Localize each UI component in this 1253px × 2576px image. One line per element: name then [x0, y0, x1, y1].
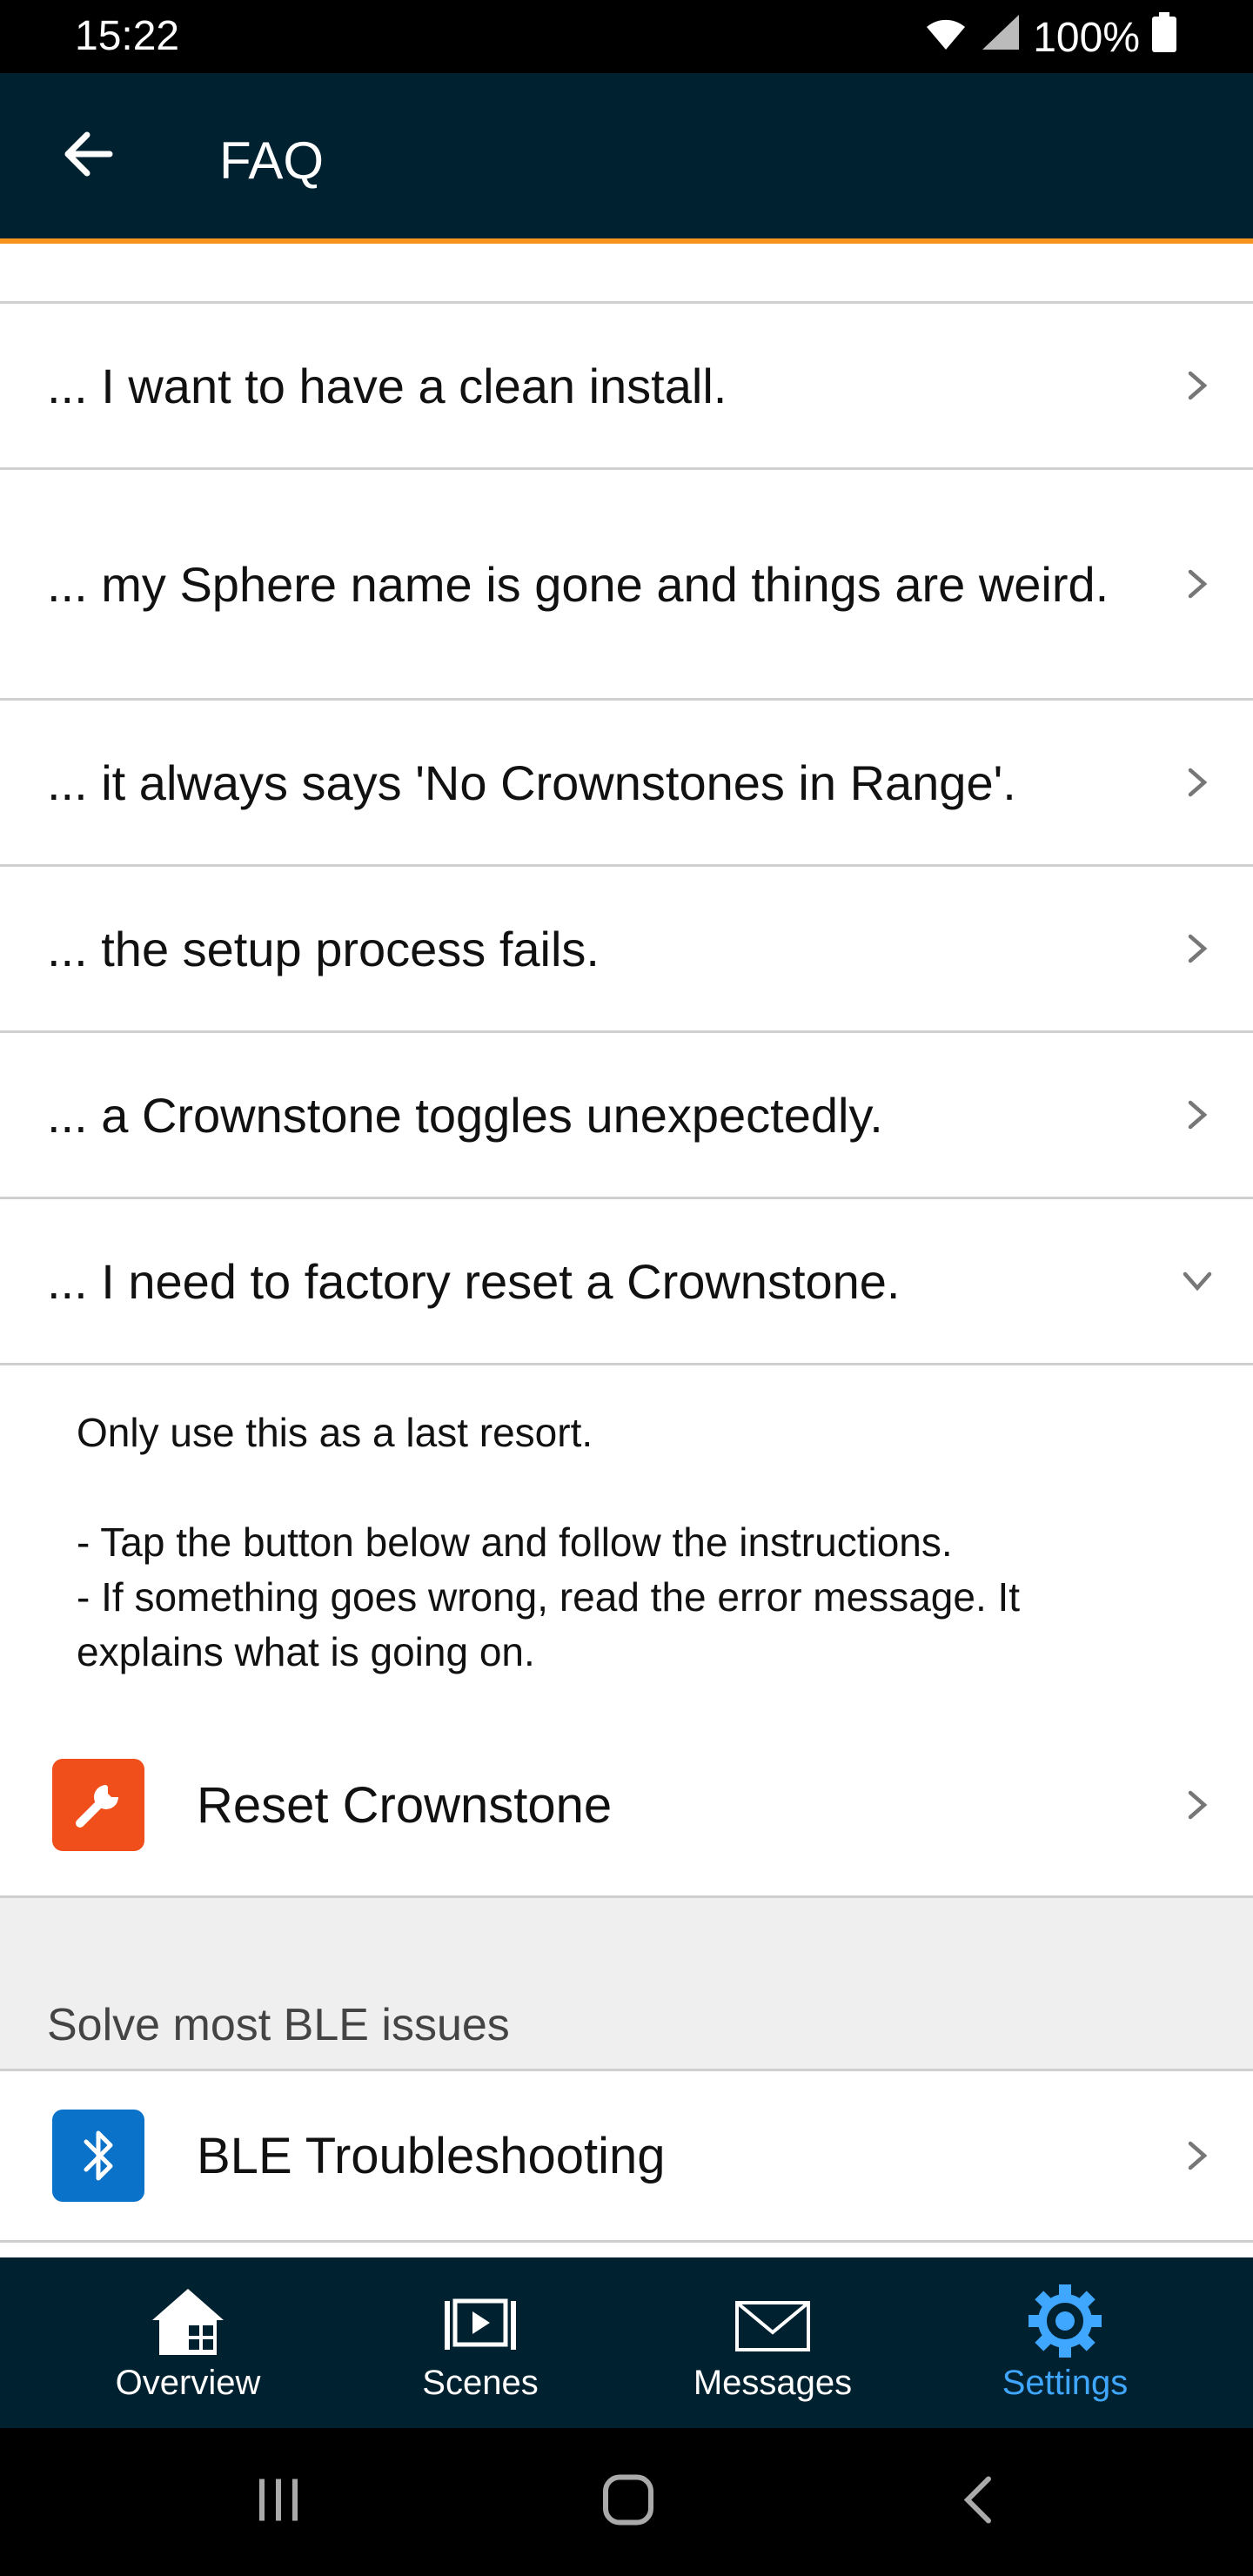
tab-messages[interactable]: Messages: [642, 2257, 903, 2428]
app-bar: FAQ: [0, 73, 1253, 244]
answer-line: Only use this as a last resort.: [77, 1410, 593, 1455]
gear-icon: [1029, 2284, 1102, 2358]
chevron-right-icon: [1188, 934, 1208, 963]
faq-item-label: ... the setup process fails.: [47, 921, 600, 976]
status-time: 15:22: [75, 13, 180, 59]
house-icon: [152, 2289, 224, 2355]
list-top-edge: [0, 249, 1253, 304]
recents-icon: [259, 2479, 298, 2521]
reset-crownstone-label: Reset Crownstone: [197, 1776, 613, 1834]
faq-item-clean-install[interactable]: ... I want to have a clean install.: [0, 304, 1253, 470]
tab-label: Settings: [1002, 2364, 1129, 2402]
faq-item-setup-fails[interactable]: ... the setup process fails.: [0, 867, 1253, 1033]
tab-label: Scenes: [422, 2364, 539, 2402]
signal-icon: [981, 13, 1021, 62]
arrow-left-icon: [64, 131, 113, 177]
status-bar: 15:22 100%: [0, 0, 1253, 73]
wrench-icon: [52, 1759, 144, 1851]
chevron-right-icon: [1188, 569, 1208, 599]
faq-item-no-crownstones[interactable]: ... it always says 'No Crownstones in Ra…: [0, 701, 1253, 867]
bluetooth-icon: [52, 2110, 144, 2202]
back-button[interactable]: [57, 124, 118, 184]
faq-item-label: ... a Crownstone toggles unexpectedly.: [47, 1087, 883, 1143]
tab-settings[interactable]: Settings: [935, 2257, 1196, 2428]
page-title: FAQ: [219, 131, 325, 190]
chevron-down-icon: [1183, 1271, 1212, 1291]
faq-list: ... I want to have a clean install. ... …: [0, 249, 1253, 2243]
battery-icon: [1152, 12, 1176, 63]
reset-crownstone-button[interactable]: Reset Crownstone: [0, 1714, 1253, 1898]
ble-troubleshooting-button[interactable]: BLE Troubleshooting: [0, 2071, 1253, 2243]
faq-item-factory-reset[interactable]: ... I need to factory reset a Crownstone…: [0, 1199, 1253, 1365]
section-title: Solve most BLE issues: [47, 2000, 510, 2050]
battery-percent: 100%: [1033, 14, 1140, 61]
envelope-icon: [735, 2301, 810, 2351]
tab-scenes[interactable]: Scenes: [350, 2257, 611, 2428]
tab-label: Messages: [693, 2364, 853, 2402]
faq-item-label: ... it always says 'No Crownstones in Ra…: [47, 755, 1016, 810]
answer-line: - If something goes wrong, read the erro…: [77, 1574, 1021, 1674]
faq-item-sphere-name[interactable]: ... my Sphere name is gone and things ar…: [0, 470, 1253, 701]
home-button[interactable]: [602, 2474, 654, 2531]
faq-item-label: ... I want to have a clean install.: [47, 358, 727, 413]
system-nav-bar: [0, 2428, 1253, 2576]
ble-troubleshooting-label: BLE Troubleshooting: [197, 2127, 666, 2184]
chevron-right-icon: [1188, 2141, 1208, 2170]
chevron-right-icon: [1188, 1790, 1208, 1820]
tab-label: Overview: [115, 2364, 261, 2402]
answer-line: - Tap the button below and follow the in…: [77, 1519, 953, 1565]
home-icon: [603, 2474, 653, 2526]
chevron-right-icon: [1188, 768, 1208, 797]
system-back-button[interactable]: [959, 2474, 997, 2531]
faq-item-label: ... my Sphere name is gone and things ar…: [47, 556, 1109, 612]
tab-overview[interactable]: Overview: [57, 2257, 318, 2428]
chevron-right-icon: [1188, 1100, 1208, 1130]
faq-answer: Only use this as a last resort. - Tap th…: [0, 1365, 1253, 1714]
wifi-icon: [923, 14, 968, 62]
recent-apps-button[interactable]: [252, 2478, 305, 2527]
chevron-right-icon: [1188, 371, 1208, 400]
accent-line: [0, 238, 1253, 244]
ble-section-header: Solve most BLE issues: [0, 1898, 1253, 2071]
bottom-tab-bar: Overview Scenes Messages Settings: [0, 2257, 1253, 2428]
faq-item-label: ... I need to factory reset a Crownstone…: [47, 1253, 901, 1309]
faq-item-toggles[interactable]: ... a Crownstone toggles unexpectedly.: [0, 1033, 1253, 1199]
scenes-icon: [445, 2298, 516, 2350]
back-chevron-icon: [963, 2476, 991, 2524]
